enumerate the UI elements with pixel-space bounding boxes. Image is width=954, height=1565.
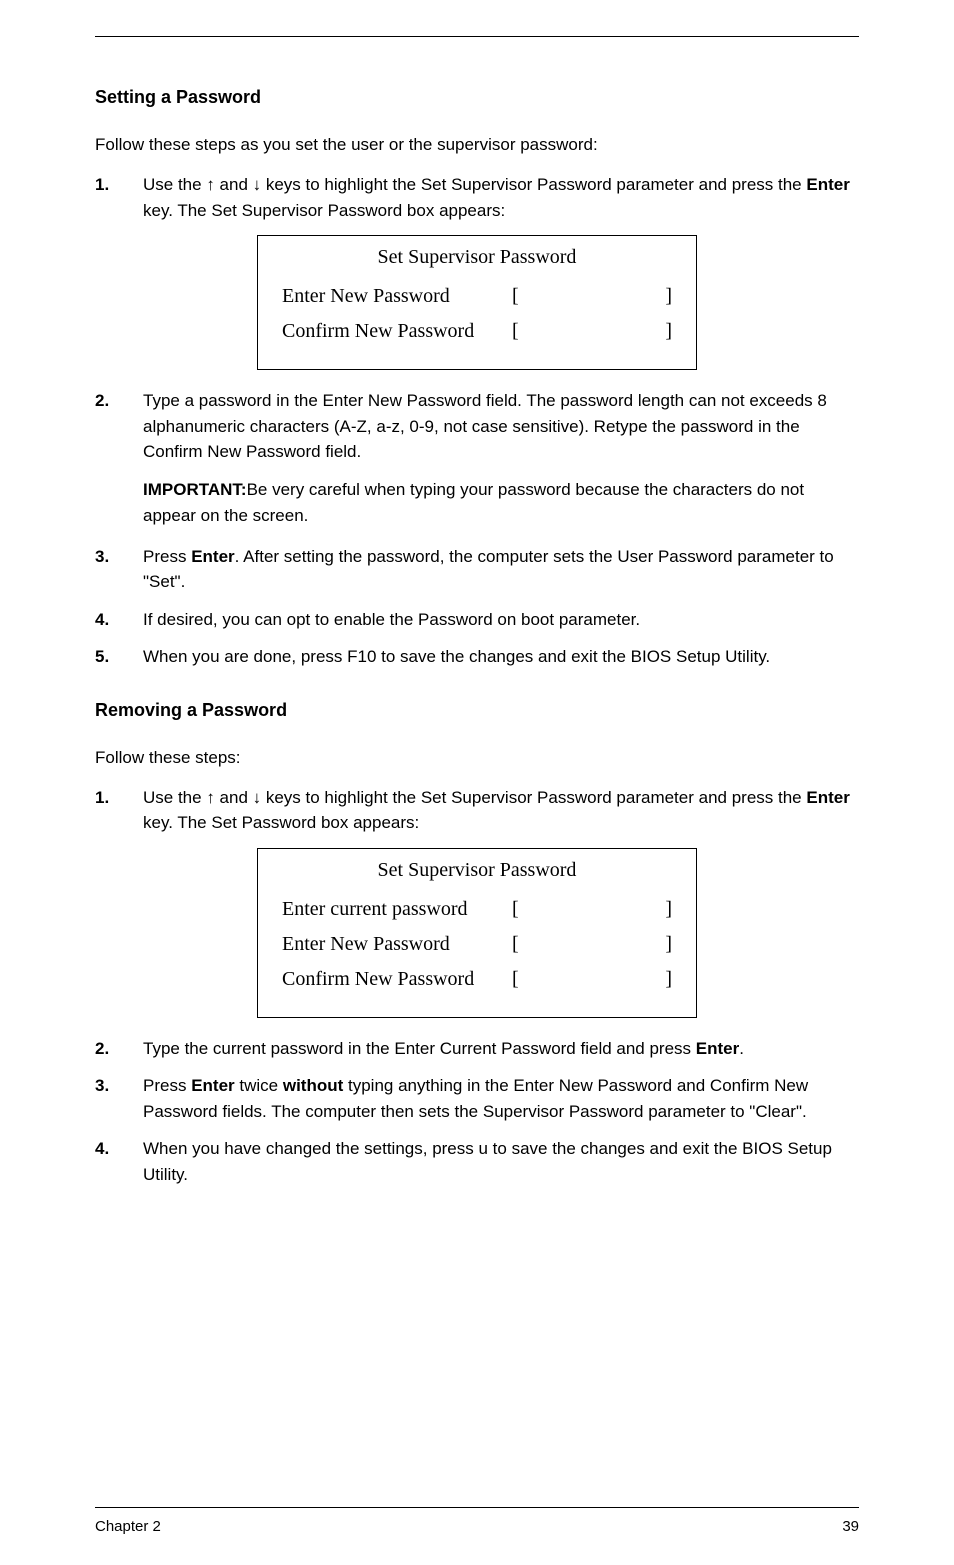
enter-key: Enter xyxy=(191,1076,234,1095)
step-b1: 1. Use the ↑ and ↓ keys to highlight the… xyxy=(95,785,859,836)
step-text: Use the ↑ and ↓ keys to highlight the Se… xyxy=(143,172,859,223)
step-text: Use the ↑ and ↓ keys to highlight the Se… xyxy=(143,785,859,836)
bracket-right: ] xyxy=(654,933,672,956)
bottom-rule xyxy=(95,1507,859,1508)
heading-setting-password: Setting a Password xyxy=(95,87,859,108)
enter-key: Enter xyxy=(806,788,849,807)
step-a3: 3. Press Enter. After setting the passwo… xyxy=(95,544,859,595)
intro-a: Follow these steps as you set the user o… xyxy=(95,132,859,158)
step-b4: 4. When you have changed the settings, p… xyxy=(95,1136,859,1187)
enter-key: Enter xyxy=(806,175,849,194)
dialog-title: Set Supervisor Password xyxy=(282,246,672,269)
dialog-row: Confirm New Password [ ] xyxy=(282,968,672,991)
step-number: 2. xyxy=(95,1036,143,1062)
step-number: 4. xyxy=(95,607,143,633)
step-b2: 2. Type the current password in the Ente… xyxy=(95,1036,859,1062)
step-a4: 4. If desired, you can opt to enable the… xyxy=(95,607,859,633)
step-number: 4. xyxy=(95,1136,143,1187)
bracket-right: ] xyxy=(654,285,672,308)
dialog-title: Set Supervisor Password xyxy=(282,859,672,882)
bracket-left: [ xyxy=(512,320,530,343)
dialog-label: Enter New Password xyxy=(282,285,512,308)
bracket-right: ] xyxy=(654,898,672,921)
dialog-set-password-a: Set Supervisor Password Enter New Passwo… xyxy=(257,235,697,370)
dialog-row: Confirm New Password [ ] xyxy=(282,320,672,343)
bracket-left: [ xyxy=(512,285,530,308)
page-footer: Chapter 2 39 xyxy=(95,1518,859,1535)
dialog-label: Confirm New Password xyxy=(282,968,512,991)
step-b3: 3. Press Enter twice without typing anyt… xyxy=(95,1073,859,1124)
dialog-label: Enter New Password xyxy=(282,933,512,956)
step-number: 3. xyxy=(95,1073,143,1124)
step-text: Press Enter. After setting the password,… xyxy=(143,544,859,595)
dialog-row: Enter New Password [ ] xyxy=(282,933,672,956)
step-text: Type the current password in the Enter C… xyxy=(143,1036,859,1062)
dialog-row: Enter current password [ ] xyxy=(282,898,672,921)
down-arrow-icon: ↓ xyxy=(253,788,262,807)
bracket-left: [ xyxy=(512,968,530,991)
important-note: IMPORTANT:Be very careful when typing yo… xyxy=(143,477,859,530)
down-arrow-icon: ↓ xyxy=(253,175,262,194)
dialog-set-password-b: Set Supervisor Password Enter current pa… xyxy=(257,848,697,1018)
intro-b: Follow these steps: xyxy=(95,745,859,771)
bracket-right: ] xyxy=(654,968,672,991)
up-arrow-icon: ↑ xyxy=(206,788,215,807)
step-number: 1. xyxy=(95,172,143,223)
bracket-right: ] xyxy=(654,320,672,343)
step-number: 5. xyxy=(95,644,143,670)
step-text: When you have changed the settings, pres… xyxy=(143,1136,859,1187)
footer-left: Chapter 2 xyxy=(95,1518,161,1535)
important-label: IMPORTANT: xyxy=(143,480,247,499)
page-content: Setting a Password Follow these steps as… xyxy=(0,0,954,1565)
step-text: Press Enter twice without typing anythin… xyxy=(143,1073,859,1124)
bracket-left: [ xyxy=(512,933,530,956)
step-text: When you are done, press F10 to save the… xyxy=(143,644,859,670)
step-number: 1. xyxy=(95,785,143,836)
step-a5: 5. When you are done, press F10 to save … xyxy=(95,644,859,670)
up-arrow-icon: ↑ xyxy=(206,175,215,194)
heading-removing-password: Removing a Password xyxy=(95,700,859,721)
step-text: Type a password in the Enter New Passwor… xyxy=(143,388,859,465)
step-number: 2. xyxy=(95,388,143,465)
dialog-label: Enter current password xyxy=(282,898,512,921)
enter-key: Enter xyxy=(696,1039,739,1058)
step-text: If desired, you can opt to enable the Pa… xyxy=(143,607,859,633)
footer-right: 39 xyxy=(842,1518,859,1535)
dialog-label: Confirm New Password xyxy=(282,320,512,343)
bracket-left: [ xyxy=(512,898,530,921)
step-number: 3. xyxy=(95,544,143,595)
top-rule xyxy=(95,36,859,37)
step-a1: 1. Use the ↑ and ↓ keys to highlight the… xyxy=(95,172,859,223)
dialog-row: Enter New Password [ ] xyxy=(282,285,672,308)
bold-without: without xyxy=(283,1076,343,1095)
enter-key: Enter xyxy=(191,547,234,566)
step-a2: 2. Type a password in the Enter New Pass… xyxy=(95,388,859,465)
